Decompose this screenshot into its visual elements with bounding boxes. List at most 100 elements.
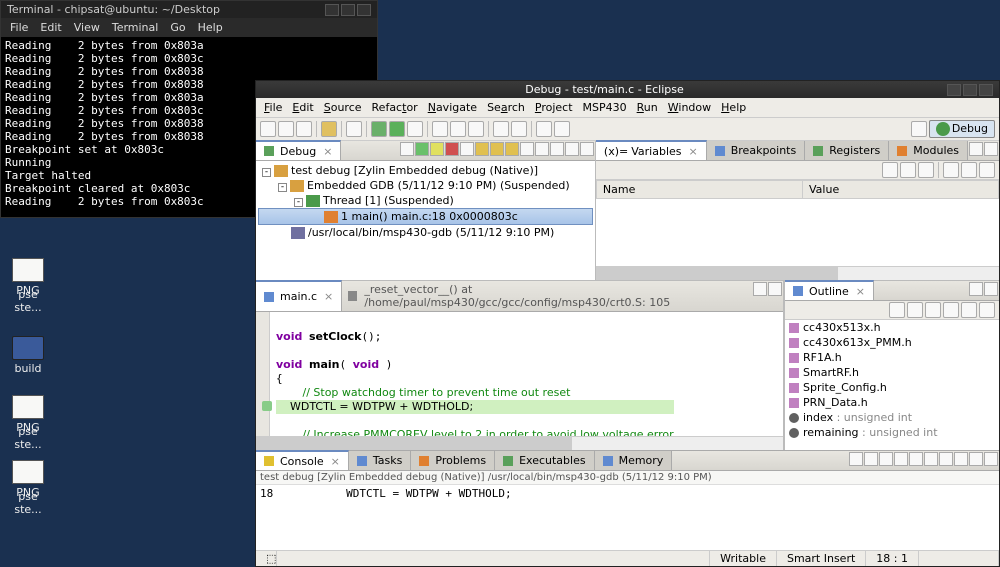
debug-tree-row[interactable]: -Thread [1] (Suspended) (258, 193, 593, 208)
eclipse-titlebar[interactable]: Debug - test/main.c - Eclipse (256, 81, 999, 98)
outline-item[interactable]: Sprite_Config.h (785, 380, 999, 395)
menu-msp430[interactable]: MSP430 (579, 100, 631, 115)
view-menu-button[interactable] (979, 302, 995, 318)
debug-tree-row[interactable]: -Embedded GDB (5/11/12 9:10 PM) (Suspend… (258, 178, 593, 193)
maximize-view-button[interactable] (580, 142, 594, 156)
outline-item[interactable]: index : unsigned int (785, 410, 999, 425)
col-value[interactable]: Value (803, 181, 999, 199)
scrollbar[interactable] (256, 436, 783, 450)
toolbar-button[interactable] (278, 121, 294, 137)
debug-tree-row[interactable]: -test debug [Zylin Embedded debug (Nativ… (258, 163, 593, 178)
maximize-view-button[interactable] (768, 282, 782, 296)
outline-item[interactable]: cc430x613x_PMM.h (785, 335, 999, 350)
outline-item[interactable]: SmartRF.h (785, 365, 999, 380)
toolbar-button[interactable] (924, 452, 938, 466)
tab-debug[interactable]: Debug× (256, 140, 341, 160)
close-button[interactable] (357, 4, 371, 16)
step-return-button[interactable] (505, 142, 519, 156)
toolbar-button[interactable] (900, 162, 916, 178)
tab-editor-main[interactable]: main.c× (256, 280, 342, 311)
tab-console[interactable]: Console× (256, 450, 349, 470)
minimize-view-button[interactable] (969, 142, 983, 156)
toolbar-button[interactable] (260, 121, 276, 137)
tab-registers[interactable]: Registers (805, 141, 889, 160)
instr-step-button[interactable] (535, 142, 549, 156)
menu-edit[interactable]: Edit (288, 100, 317, 115)
menu-window[interactable]: Window (664, 100, 715, 115)
tab-memory[interactable]: Memory (595, 451, 673, 470)
console-output[interactable]: 18 WDTCTL = WDTPW + WDTHOLD; (256, 485, 999, 550)
perspective-debug[interactable]: Debug (929, 120, 995, 138)
maximize-view-button[interactable] (984, 282, 998, 296)
menu-help[interactable]: Help (717, 100, 750, 115)
outline-item[interactable]: PRN_Data.h (785, 395, 999, 410)
suspend-button[interactable] (430, 142, 444, 156)
close-icon[interactable]: × (324, 290, 333, 303)
eclipse-window[interactable]: Debug - test/main.c - Eclipse File Edit … (255, 80, 1000, 567)
toolbar-button[interactable] (894, 452, 908, 466)
scrollbar[interactable] (596, 266, 999, 280)
menu-view[interactable]: View (69, 20, 105, 35)
minimize-view-button[interactable] (753, 282, 767, 296)
toolbar-button[interactable] (961, 302, 977, 318)
toolbar-button[interactable] (849, 452, 863, 466)
step-into-button[interactable] (475, 142, 489, 156)
minimize-button[interactable] (325, 4, 339, 16)
nav-back-button[interactable] (536, 121, 552, 137)
toolbar-button[interactable] (864, 452, 878, 466)
tab-modules[interactable]: Modules (889, 141, 968, 160)
toolbar-button[interactable] (346, 121, 362, 137)
run-button[interactable] (389, 121, 405, 137)
menu-terminal[interactable]: Terminal (107, 20, 164, 35)
nav-fwd-button[interactable] (554, 121, 570, 137)
outline-item[interactable]: cc430x513x.h (785, 320, 999, 335)
terminate-button[interactable] (445, 142, 459, 156)
toolbar-button[interactable] (943, 162, 959, 178)
toolbar-button[interactable] (961, 162, 977, 178)
outline-list[interactable]: cc430x513x.hcc430x613x_PMM.hRF1A.hSmartR… (785, 320, 999, 450)
tab-variables[interactable]: (x)= Variables× (596, 140, 707, 160)
debug-tree[interactable]: -test debug [Zylin Embedded debug (Nativ… (256, 161, 595, 280)
minimize-view-button[interactable] (565, 142, 579, 156)
toolbar-button[interactable] (943, 302, 959, 318)
menu-navigate[interactable]: Navigate (424, 100, 481, 115)
save-button[interactable] (321, 121, 337, 137)
menu-file[interactable]: File (260, 100, 286, 115)
menu-run[interactable]: Run (633, 100, 662, 115)
maximize-view-button[interactable] (984, 142, 998, 156)
close-icon[interactable]: × (331, 455, 340, 468)
desktop-icon[interactable]: pse ste... (8, 425, 48, 451)
step-over-button[interactable] (490, 142, 504, 156)
toolbar-button[interactable] (909, 452, 923, 466)
debug-tree-row[interactable]: 1 main() main.c:18 0x0000803c (258, 208, 593, 225)
outline-item[interactable]: RF1A.h (785, 350, 999, 365)
tab-breakpoints[interactable]: Breakpoints (707, 141, 806, 160)
menu-project[interactable]: Project (531, 100, 577, 115)
desktop-icon[interactable]: pse ste... (8, 288, 48, 314)
tab-tasks[interactable]: Tasks (349, 451, 411, 470)
toolbar-button[interactable] (493, 121, 509, 137)
tab-problems[interactable]: Problems (411, 451, 495, 470)
code-editor[interactable]: void setClock(); void main( void ) { // … (256, 312, 783, 436)
tab-outline[interactable]: Outline× (785, 280, 874, 300)
status-icon[interactable]: ⬚ (256, 551, 277, 566)
breadcrumb[interactable]: _reset_vector__() at /home/paul/msp430/g… (342, 281, 752, 311)
remove-button[interactable] (400, 142, 414, 156)
menu-go[interactable]: Go (165, 20, 190, 35)
maximize-button[interactable] (341, 4, 355, 16)
desktop-icon[interactable]: build (8, 336, 48, 375)
close-icon[interactable]: × (856, 285, 865, 298)
terminal-titlebar[interactable]: Terminal - chipsat@ubuntu: ~/Desktop (1, 1, 377, 18)
menu-search[interactable]: Search (483, 100, 529, 115)
tab-executables[interactable]: Executables (495, 451, 595, 470)
view-menu-button[interactable] (979, 162, 995, 178)
toolbar-button[interactable] (925, 302, 941, 318)
drop-frame-button[interactable] (520, 142, 534, 156)
toolbar-button[interactable] (296, 121, 312, 137)
toolbar-button[interactable] (939, 452, 953, 466)
toolbar-button[interactable] (468, 121, 484, 137)
toolbar-button[interactable] (907, 302, 923, 318)
minimize-view-button[interactable] (969, 282, 983, 296)
menu-source[interactable]: Source (320, 100, 366, 115)
debug-tree-row[interactable]: /usr/local/bin/msp430-gdb (5/11/12 9:10 … (258, 225, 593, 240)
